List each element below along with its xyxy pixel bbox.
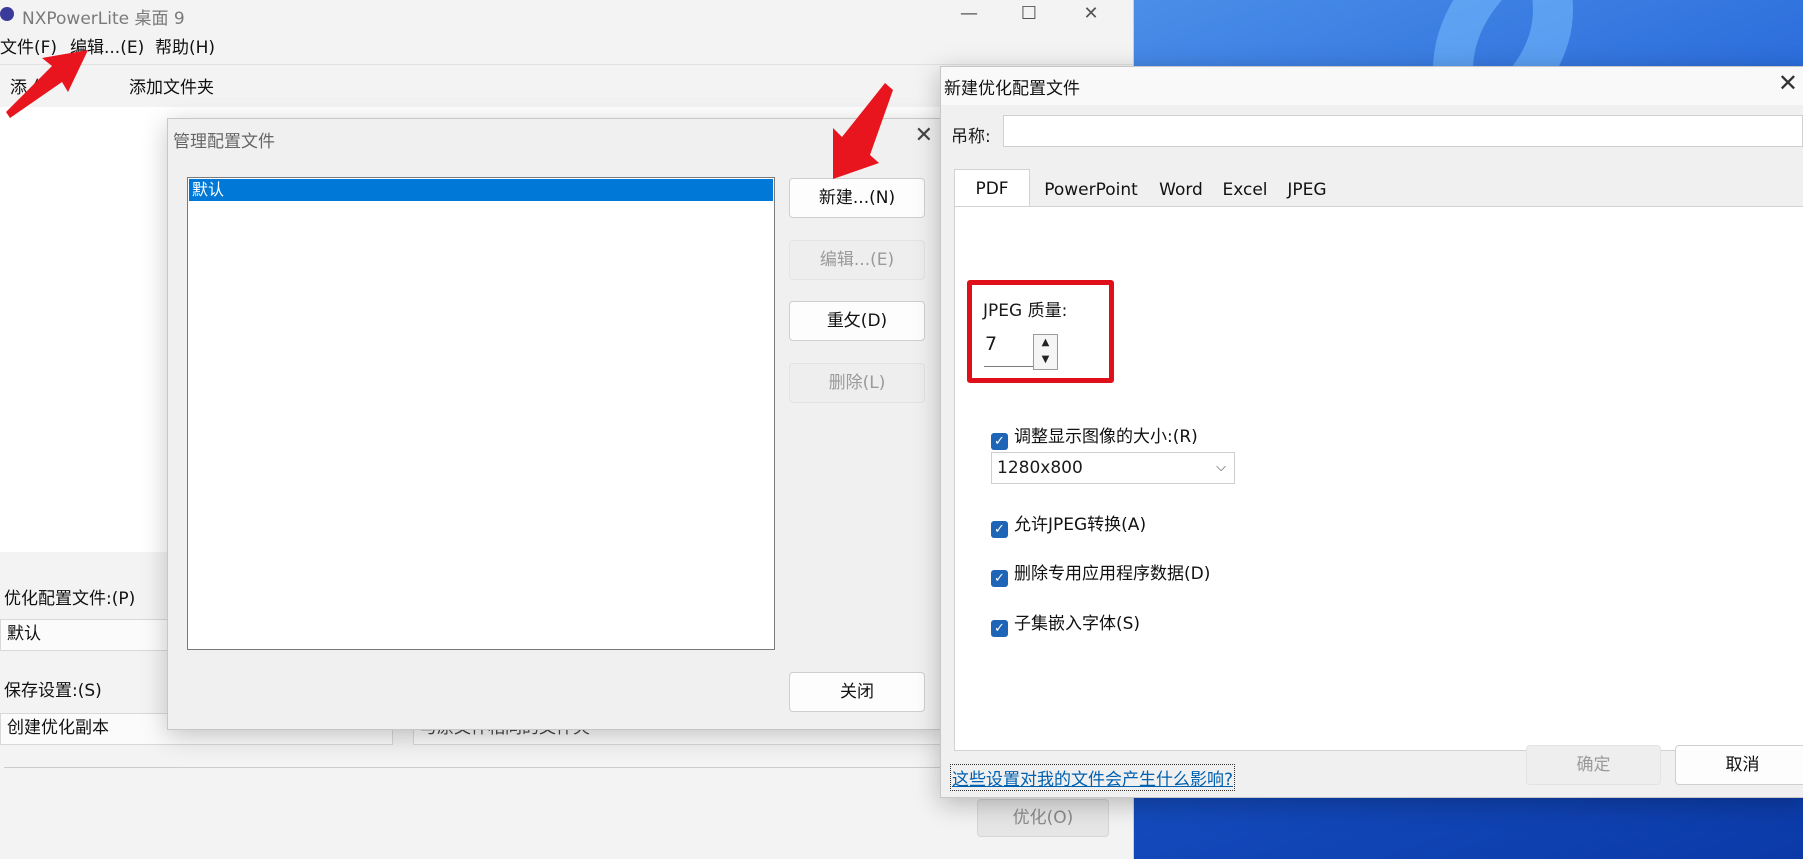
- maximize-button[interactable]: ☐: [1006, 0, 1052, 30]
- dialog-title: 新建优化配置文件: [944, 79, 1080, 99]
- menu-help[interactable]: 帮助(H): [155, 33, 215, 58]
- add-file-button[interactable]: 添 件: [10, 73, 49, 98]
- settings-help-link[interactable]: 这些设置对我的文件会产生什么影响?: [950, 764, 1236, 791]
- subset-fonts-checkbox[interactable]: ✓ 子集嵌入字体(S): [991, 609, 1140, 637]
- tab-jpeg[interactable]: JPEG: [1277, 173, 1337, 207]
- jpeg-quality-input[interactable]: 7: [985, 333, 997, 355]
- checkmark-icon[interactable]: ✓: [991, 433, 1008, 450]
- tab-pdf[interactable]: PDF: [954, 169, 1030, 207]
- manage-profiles-dialog: 管理配置文件 ✕ 默认 新建...(N) 编辑...(E) 重攵(D) 删除(L…: [167, 118, 944, 730]
- select-value: 1280x800: [997, 458, 1083, 478]
- close-icon[interactable]: ✕: [915, 123, 933, 148]
- minimize-button[interactable]: —: [946, 0, 992, 30]
- app-logo-icon: [0, 7, 14, 21]
- cancel-button[interactable]: 取消: [1675, 745, 1803, 785]
- tab-panel-pdf: JPEG 质量: 7 ▲ ▼ ✓ 调整显示图像的大小:(R) 1280x800 ⌵…: [954, 206, 1803, 751]
- delete-profile-button[interactable]: 删除(L): [789, 363, 925, 403]
- checkmark-icon[interactable]: ✓: [991, 620, 1008, 637]
- close-button[interactable]: ✕: [1068, 0, 1114, 30]
- profile-name-input[interactable]: [1003, 115, 1803, 147]
- add-folder-button[interactable]: 添加文件夹: [129, 73, 214, 98]
- close-button[interactable]: 关闭: [789, 672, 925, 712]
- title-bar: NXPowerLite 桌面 9 — ☐ ✕: [0, 0, 1133, 32]
- tab-word[interactable]: Word: [1149, 173, 1213, 207]
- remove-app-data-checkbox[interactable]: ✓ 删除专用应用程序数据(D): [991, 559, 1210, 587]
- new-profile-button[interactable]: 新建...(N): [789, 178, 925, 218]
- quality-stepper[interactable]: ▲ ▼: [1033, 334, 1058, 370]
- checkbox-label: 子集嵌入字体(S): [1014, 614, 1141, 634]
- menu-edit[interactable]: 编辑...(E): [70, 33, 144, 58]
- name-label: 吊称:: [951, 127, 991, 147]
- new-profile-dialog: 新建优化配置文件 ✕ 吊称: PDF PowerPoint Word Excel…: [940, 66, 1803, 798]
- edit-profile-button[interactable]: 编辑...(E): [789, 240, 925, 280]
- close-icon[interactable]: ✕: [1778, 69, 1798, 97]
- checkmark-icon[interactable]: ✓: [991, 521, 1008, 538]
- checkbox-label: 允许JPEG转换(A): [1014, 515, 1147, 535]
- rename-profile-button[interactable]: 重攵(D): [789, 301, 925, 341]
- menu-file[interactable]: 文件(F): [0, 33, 57, 58]
- ok-button[interactable]: 确定: [1526, 745, 1661, 785]
- dialog-title-bar: 新建优化配置文件 ✕: [941, 67, 1803, 105]
- profile-label: 优化配置文件:(P): [4, 589, 136, 609]
- resize-resolution-select[interactable]: 1280x800 ⌵: [991, 452, 1235, 484]
- tab-excel[interactable]: Excel: [1213, 173, 1277, 207]
- stepper-up-icon[interactable]: ▲: [1035, 335, 1056, 351]
- list-item[interactable]: 默认: [189, 179, 773, 201]
- save-settings-label: 保存设置:(S): [4, 681, 102, 701]
- app-title: NXPowerLite 桌面 9: [22, 9, 185, 29]
- stepper-down-icon[interactable]: ▼: [1035, 352, 1056, 368]
- chevron-down-icon: ⌵: [1216, 460, 1226, 475]
- jpeg-quality-label: JPEG 质量:: [983, 301, 1068, 321]
- dialog-title: 管理配置文件: [173, 132, 275, 152]
- checkmark-icon[interactable]: ✓: [991, 570, 1008, 587]
- profile-list[interactable]: 默认: [187, 177, 775, 650]
- allow-jpeg-checkbox[interactable]: ✓ 允许JPEG转换(A): [991, 510, 1146, 538]
- checkbox-label: 调整显示图像的大小:(R): [1014, 427, 1198, 447]
- optimize-button[interactable]: 优化(O): [977, 799, 1109, 837]
- resize-images-checkbox[interactable]: ✓ 调整显示图像的大小:(R): [991, 422, 1198, 450]
- checkbox-label: 删除专用应用程序数据(D): [1014, 564, 1211, 584]
- tab-powerpoint[interactable]: PowerPoint: [1033, 173, 1149, 207]
